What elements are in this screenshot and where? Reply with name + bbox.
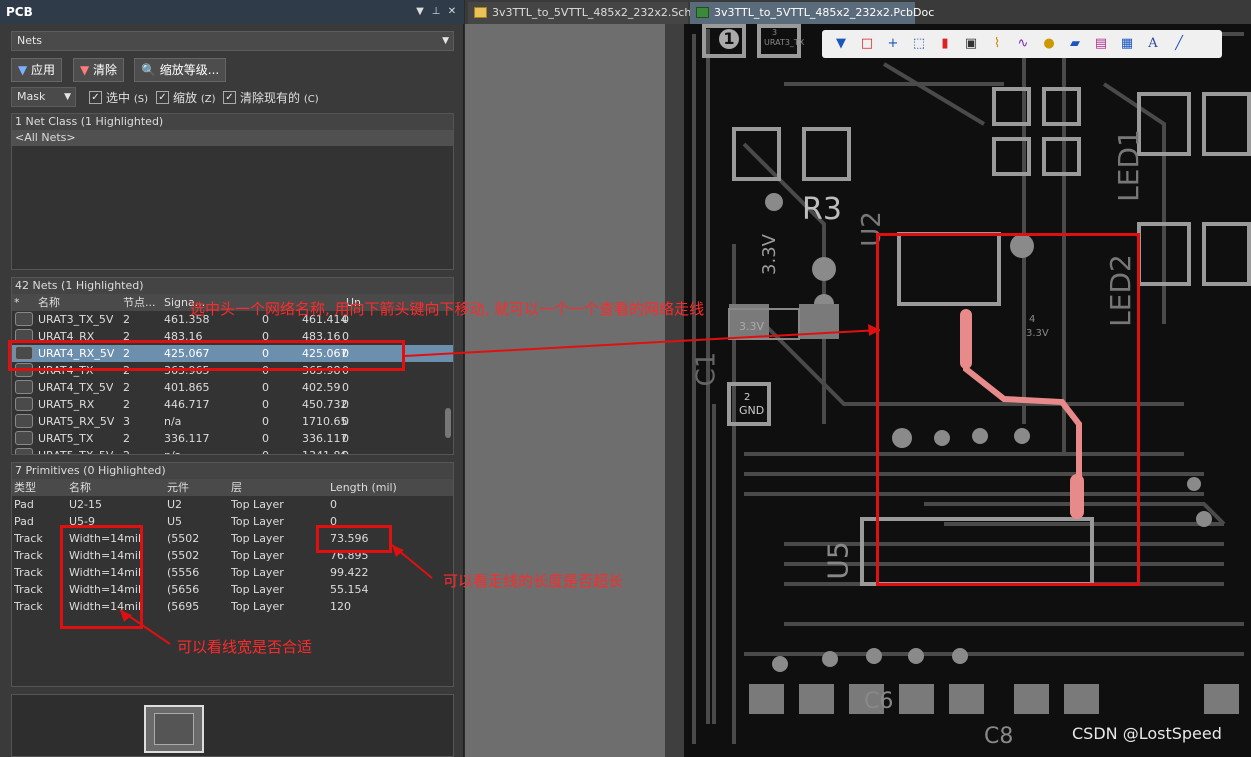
net-tip: 选中头一个网络名称, 用向下箭头键向下移动, 就可以一个一个查看的网络走线 (190, 300, 705, 318)
length-tip: 可以看走线的长度是否超长 (443, 572, 624, 590)
width-tip: 可以看线宽是否合适 (177, 638, 313, 656)
